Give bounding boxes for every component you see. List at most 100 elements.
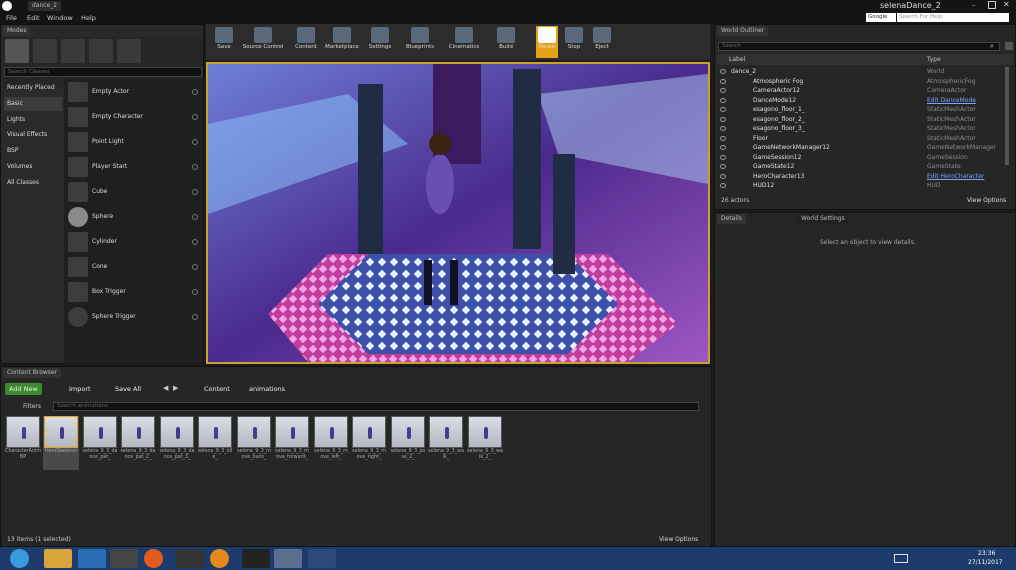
help-icon[interactable] (192, 164, 198, 170)
close-icon[interactable]: ✕ (1003, 0, 1010, 9)
help-icon[interactable] (192, 89, 198, 95)
place-item[interactable]: Cylinder (66, 230, 202, 254)
maximize-icon[interactable] (988, 1, 996, 9)
asset-tile[interactable]: selena_9_3_move_left_ (313, 416, 349, 470)
world-settings-tab[interactable]: World Settings (797, 214, 849, 224)
outliner-row[interactable]: GameState12 GameState (717, 162, 1015, 172)
outliner-row[interactable]: GameSession12 GameSession (717, 153, 1015, 163)
help-icon[interactable] (192, 264, 198, 270)
build-button[interactable]: Build (490, 26, 522, 58)
details-tab[interactable]: Details (717, 214, 746, 224)
foliage-mode-icon[interactable] (89, 39, 113, 63)
visibility-icon[interactable] (720, 116, 726, 122)
outliner-row[interactable]: Floor StaticMeshActor (717, 134, 1015, 144)
file-explorer-icon[interactable] (44, 549, 72, 568)
keyboard-icon[interactable] (894, 554, 908, 563)
category-visual-effects[interactable]: Visual Effects (4, 128, 62, 142)
asset-tile[interactable]: selena_9_3_idle_ (197, 416, 233, 470)
visibility-icon[interactable] (720, 135, 726, 141)
add-new-button[interactable]: Add New (5, 383, 42, 395)
forward-icon[interactable]: ▶ (173, 384, 178, 392)
category-all-classes[interactable]: All Classes (4, 176, 62, 190)
outliner-scrollbar[interactable] (1005, 67, 1009, 165)
epic-launcher-icon[interactable] (242, 549, 270, 568)
category-lights[interactable]: Lights (4, 113, 62, 127)
content-button[interactable]: Content (290, 26, 322, 58)
level-tab[interactable]: dance_2 (28, 1, 62, 11)
help-icon[interactable] (192, 189, 198, 195)
place-item[interactable]: Player Start (66, 155, 202, 179)
place-item[interactable]: Empty Character (66, 105, 202, 129)
firefox-icon[interactable] (144, 549, 163, 568)
import-button[interactable]: Import (65, 383, 95, 395)
asset-tile[interactable]: CharacterAnimBP (5, 416, 41, 470)
visibility-icon[interactable] (720, 173, 726, 179)
start-icon[interactable] (10, 549, 29, 568)
place-item[interactable]: Cube (66, 180, 202, 204)
visibility-icon[interactable] (720, 97, 726, 103)
asset-tile[interactable]: selena_9_3_move_back_ (236, 416, 272, 470)
menu-file[interactable]: File (6, 14, 17, 22)
category-recently-placed[interactable]: Recently Placed (4, 81, 62, 95)
menu-edit[interactable]: Edit (27, 14, 40, 22)
place-item[interactable]: Empty Actor (66, 80, 202, 104)
category-bsp[interactable]: BSP (4, 144, 62, 158)
outliner-row[interactable]: esagono_floor_1_ StaticMeshActor (717, 105, 1015, 115)
help-icon[interactable] (192, 289, 198, 295)
outliner-row[interactable]: Atmospheric Fog AtmosphericFog (717, 77, 1015, 87)
outliner-row[interactable]: GameNetworkManager12 GameNetworkManager (717, 143, 1015, 153)
asset-tile[interactable]: selena_9_3_walk_ (428, 416, 464, 470)
back-icon[interactable]: ◀ (163, 384, 168, 392)
asset-tile[interactable]: selena_9_3_move_right_ (351, 416, 387, 470)
eject-button[interactable]: Eject (590, 26, 614, 58)
stop-button[interactable]: Stop (562, 26, 586, 58)
landscape-mode-icon[interactable] (61, 39, 85, 63)
app-icon[interactable] (110, 549, 138, 568)
category-basic[interactable]: Basic (4, 97, 62, 111)
place-item[interactable]: Cone (66, 255, 202, 279)
help-icon[interactable] (192, 114, 198, 120)
asset-tile[interactable]: selena_9_3_dance_pat_3_ (159, 416, 195, 470)
search-engine-select[interactable]: Google (866, 13, 896, 22)
paint-mode-icon[interactable] (33, 39, 57, 63)
category-volumes[interactable]: Volumes (4, 160, 62, 174)
outliner-search-input[interactable]: Search (718, 42, 1000, 51)
level-viewport[interactable] (206, 62, 710, 364)
outliner-row[interactable]: HeroCharacter13 Edit HeroCharacter (717, 172, 1015, 182)
path-content[interactable]: Content (204, 385, 230, 393)
outliner-row[interactable]: DanceMode12 Edit DanceMode (717, 96, 1015, 106)
visibility-icon[interactable] (720, 69, 726, 74)
asset-tile[interactable]: selena_9_3_pose_2_ (390, 416, 426, 470)
place-item[interactable]: Sphere Trigger (66, 305, 202, 329)
visibility-icon[interactable] (720, 154, 726, 160)
asset-tile[interactable]: selena_9_3_move_forward_ (274, 416, 310, 470)
asset-tile[interactable]: selena_9_3_dance_pat_2_ (120, 416, 156, 470)
marketplace-button[interactable]: Marketplace (324, 26, 360, 58)
col-label[interactable]: Label (729, 54, 745, 65)
source-control-button[interactable]: Source Control (242, 26, 284, 58)
blueprints-button[interactable]: Blueprints (404, 26, 436, 58)
outliner-row[interactable]: esagono_floor_2_ StaticMeshActor (717, 115, 1015, 125)
place-mode-icon[interactable] (5, 39, 29, 63)
filters-button[interactable]: Filters (23, 403, 41, 410)
help-icon[interactable] (192, 139, 198, 145)
place-item[interactable]: Point Light (66, 130, 202, 154)
menu-help[interactable]: Help (81, 14, 96, 22)
unreal-editor-icon[interactable] (274, 549, 302, 568)
app-icon[interactable] (308, 549, 336, 568)
content-browser-tab[interactable]: Content Browser (3, 368, 62, 378)
place-item[interactable]: Sphere (66, 205, 202, 229)
menu-window[interactable]: Window (47, 14, 73, 22)
visibility-icon[interactable] (720, 88, 726, 93)
pause-button[interactable]: Pause (536, 26, 558, 58)
asset-tile[interactable]: HeroSkeleton (43, 416, 79, 470)
help-icon[interactable] (192, 314, 198, 320)
blender-icon[interactable] (210, 549, 229, 568)
visibility-icon[interactable] (720, 164, 726, 169)
outliner-row[interactable]: esagono_floor_3_ StaticMeshActor (717, 124, 1015, 134)
place-item[interactable]: Box Trigger (66, 280, 202, 304)
settings-button[interactable]: Settings (364, 26, 396, 58)
outliner-row[interactable]: dance_2 World (717, 67, 1015, 77)
help-icon[interactable] (192, 239, 198, 245)
cinematics-button[interactable]: Cinematics (446, 26, 482, 58)
